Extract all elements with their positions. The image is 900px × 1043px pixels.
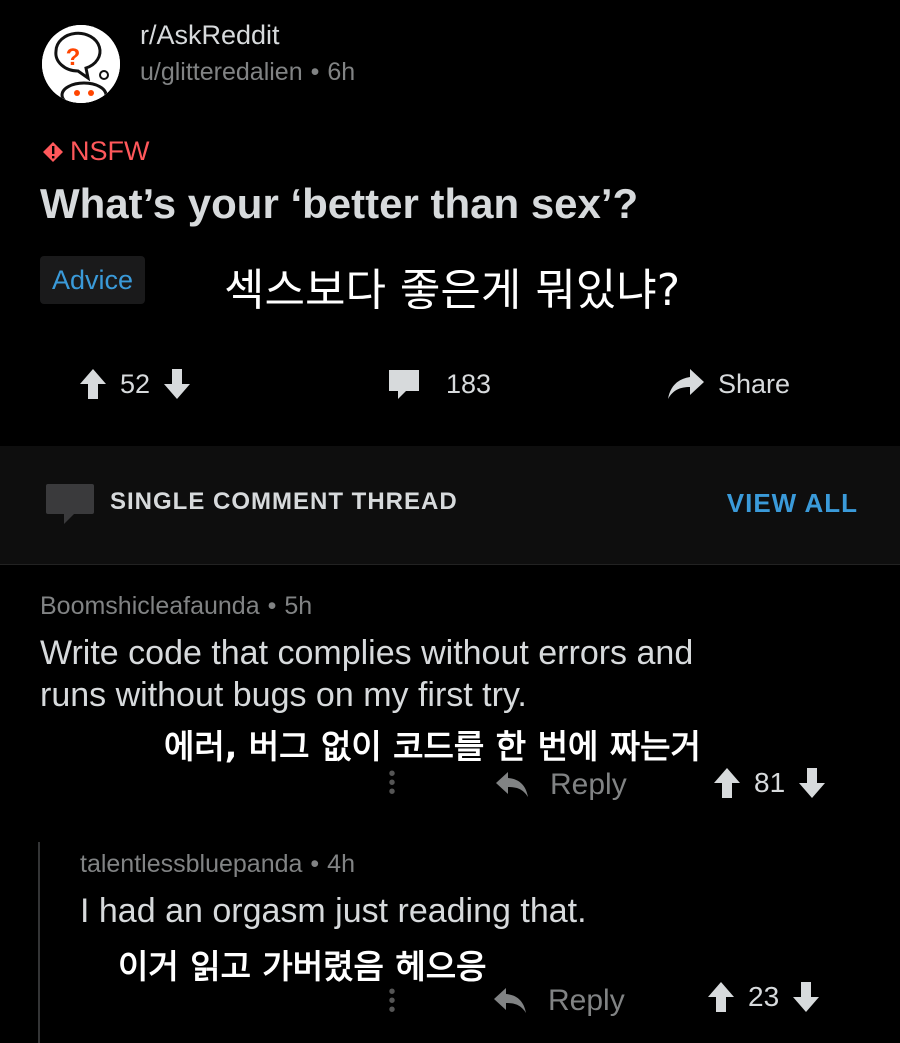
comment-author-line: Boomshicleafaunda • 5h [40,592,313,620]
thread-label: SINGLE COMMENT THREAD [110,488,458,515]
reply-button[interactable]: Reply [492,984,625,1018]
comment-author[interactable]: talentlessbluepanda [80,850,302,878]
svg-text:?: ? [66,44,81,71]
nsfw-warning-icon [43,141,63,162]
post-title[interactable]: What’s your ‘better than sex’? [40,180,638,228]
comment-author[interactable]: Boomshicleafaunda [40,592,260,620]
upvote-icon[interactable] [78,367,108,401]
comment-vote-group: 81 [712,766,827,800]
downvote-icon[interactable] [162,367,192,401]
subreddit-name[interactable]: r/AskReddit [140,20,280,51]
korean-comment-caption: 에러, 버그 없이 코드를 한 번에 짜는거 [164,727,701,766]
nsfw-label: NSFW [70,136,150,166]
comment-icon [389,370,419,399]
comment-author-line: talentlessbluepanda • 4h [80,850,355,878]
subreddit-avatar-icon[interactable]: ? [42,25,120,103]
share-icon [668,369,704,399]
downvote-icon[interactable] [791,980,821,1014]
korean-comment-caption: 이거 읽고 가버렸음 헤으응 [118,947,487,986]
comment-text-line: I had an orgasm just reading that. [80,892,587,930]
more-options-icon[interactable]: • • • [382,764,402,802]
comment-text-line: Write code that complies without errors … [40,634,694,672]
comment-count: 183 [446,368,492,399]
comment-score: 81 [754,767,786,798]
comments-button[interactable]: 183 [386,352,491,416]
upvote-count: 52 [120,368,151,399]
downvote-icon[interactable] [797,766,827,800]
post-meta: u/glitteredalien • 6h [140,58,356,86]
more-options-icon[interactable]: • • • [382,982,402,1020]
comment-vote-group: 23 [706,980,821,1014]
korean-title-caption: 섹스보다 좋은게 뭐있냐? [224,265,681,316]
reply-icon [494,988,526,1013]
vote-group: 52 [78,352,192,416]
comment-age: 5h [284,592,313,620]
post-author[interactable]: u/glitteredalien [140,58,303,86]
upvote-icon[interactable] [706,980,736,1014]
view-all-link[interactable]: VIEW ALL [727,488,858,519]
thread-comment-icon [46,484,94,524]
comment-age: 4h [327,850,355,878]
comment-body: I had an orgasm just reading that. [80,890,587,932]
thread-line [38,842,40,1043]
reply-label: Reply [550,768,627,801]
share-label: Share [718,368,791,399]
reply-button[interactable]: Reply [494,768,627,802]
reply-label: Reply [548,984,625,1017]
post-age: 6h [327,58,356,86]
post-action-bar: 52 183 Share [0,352,900,416]
reply-icon [496,772,528,797]
comment-text-line: runs without bugs on my first try. [40,676,527,714]
comment-score: 23 [748,981,780,1012]
comment-body: Write code that complies without errors … [40,632,693,716]
share-button[interactable]: Share [666,352,790,416]
single-thread-bar: SINGLE COMMENT THREAD VIEW ALL [0,446,900,565]
nsfw-badge: NSFW [42,136,149,167]
post-flair[interactable]: Advice [40,256,146,304]
upvote-icon[interactable] [712,766,742,800]
